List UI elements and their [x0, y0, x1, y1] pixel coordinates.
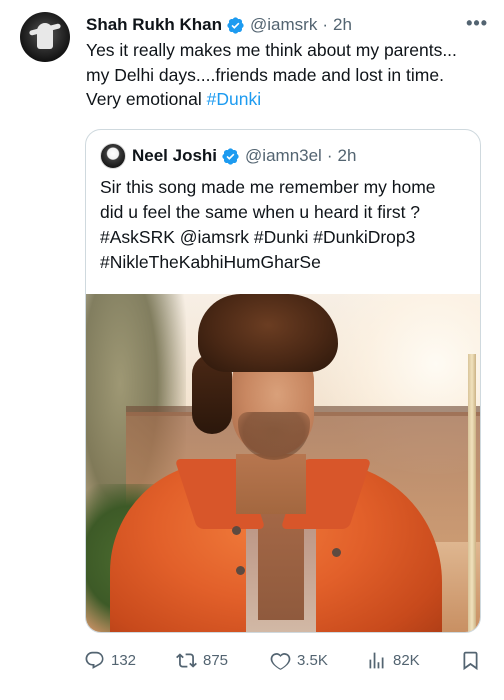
- quote-author-avatar[interactable]: [100, 143, 126, 169]
- separator: ·: [322, 15, 328, 34]
- quote-text-line: #NikleTheKabhiHumGharSe: [100, 252, 321, 272]
- reply-button[interactable]: 132: [84, 646, 136, 674]
- author-name[interactable]: Shah Rukh Khan: [86, 15, 222, 35]
- retweet-count: 875: [203, 651, 229, 669]
- tweet-header: Shah Rukh Khan @iamsrk · 2h •••: [86, 13, 492, 37]
- quote-author-handle[interactable]: @iamn3el: [245, 146, 322, 166]
- hashtag-link[interactable]: #Dunki: [207, 89, 261, 109]
- quote-text-line: Sir this song made me remember my home: [100, 177, 436, 197]
- reply-icon: [85, 651, 104, 669]
- tweet-text-line: my Delhi days....friends made and lost i…: [86, 64, 444, 85]
- like-count: 3.5K: [297, 651, 328, 669]
- author-handle[interactable]: @iamsrk: [250, 15, 317, 35]
- quote-media-image[interactable]: [86, 294, 480, 632]
- verified-badge-icon: [222, 147, 239, 165]
- author-avatar[interactable]: [20, 12, 70, 62]
- like-button[interactable]: 3.5K: [270, 646, 328, 674]
- bookmark-button[interactable]: [460, 646, 487, 674]
- tweet-text-line: Very emotional #Dunki: [86, 87, 492, 112]
- reply-count: 132: [111, 651, 137, 669]
- tweet-text: Yes it really makes me think about my pa…: [86, 38, 492, 112]
- retweet-button[interactable]: 875: [176, 646, 228, 674]
- views-count: 82K: [393, 651, 420, 669]
- quote-text-line: #AskSRK @iamsrk #Dunki #DunkiDrop3: [100, 227, 416, 247]
- quote-text-line: did u feel the same when u heard it firs…: [100, 202, 421, 222]
- quote-text: Sir this song made me remember my home d…: [100, 175, 470, 275]
- retweet-icon: [176, 652, 197, 668]
- tweet-text-plain: Very emotional: [86, 89, 207, 109]
- tweet-text-line: Yes it really makes me think about my pa…: [86, 40, 457, 60]
- tweet-actions: 132 875 3.5K 82K: [84, 646, 492, 674]
- more-icon[interactable]: •••: [466, 13, 488, 34]
- views-icon: [369, 652, 384, 668]
- like-icon: [270, 652, 291, 670]
- quoted-tweet[interactable]: Neel Joshi @iamn3el · 2h Sir this song m…: [85, 129, 481, 633]
- quote-author-name[interactable]: Neel Joshi: [132, 146, 217, 166]
- quote-timestamp[interactable]: 2h: [338, 146, 357, 166]
- verified-badge-icon: [227, 16, 244, 34]
- timestamp[interactable]: 2h: [333, 15, 352, 35]
- quote-header: Neel Joshi @iamn3el · 2h: [100, 143, 357, 169]
- bookmark-icon: [463, 651, 478, 670]
- separator: ·: [326, 146, 333, 165]
- views-button[interactable]: 82K: [366, 646, 420, 674]
